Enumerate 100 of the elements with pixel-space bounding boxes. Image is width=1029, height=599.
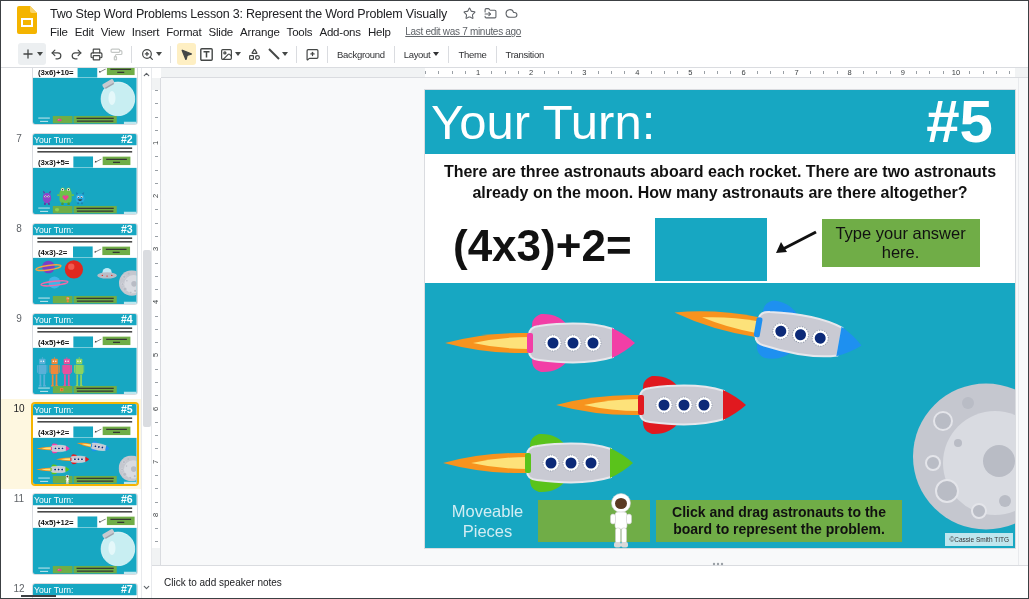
slide-number: 11 (12, 492, 26, 505)
tag-drawing (123, 301, 137, 304)
splat-drawing (54, 206, 60, 212)
menu-item[interactable]: Add-ons (315, 25, 365, 38)
slide-title: Your Turn: (34, 404, 74, 414)
speaker-notes-field[interactable]: Click to add speaker notes (164, 570, 1028, 594)
drag-handle-icon[interactable] (712, 562, 724, 566)
answer-box (73, 245, 93, 257)
text-lines-drawing (37, 385, 51, 393)
menu-item[interactable]: Tools (283, 25, 316, 38)
rocket-drawing (56, 453, 90, 465)
tag-drawing (123, 481, 137, 484)
problem-number: #6 (120, 493, 133, 505)
pieces-label: Moveable Pieces (450, 501, 525, 541)
scrollbar-thumb[interactable] (142, 250, 151, 427)
toolbar-button[interactable]: Layout (399, 43, 444, 65)
new-slide-button[interactable] (17, 43, 46, 65)
slide-title: Your Turn: (34, 584, 74, 594)
answer-hint-banner (106, 68, 135, 75)
star-icon[interactable] (463, 7, 476, 20)
answer-hint-banner (102, 426, 131, 435)
rocket-drawing (36, 442, 70, 454)
instruction-banner (73, 115, 117, 123)
plus-icon (20, 47, 35, 61)
tag-drawing (123, 121, 137, 124)
candy-jar-drawing (99, 528, 136, 566)
scrollbar[interactable] (141, 68, 152, 598)
instruction-banner (73, 385, 117, 393)
robot-drawing (73, 356, 85, 387)
robot-drawing (49, 356, 60, 387)
text-lines-drawing (37, 475, 51, 483)
menu-item[interactable]: Help (364, 25, 395, 38)
equation-text: (4x3)+2= (453, 224, 632, 268)
slide-list-item[interactable]: 12 Your Turn: #7 (1, 578, 141, 598)
slide-title: Your Turn: (34, 494, 74, 504)
pointer-icon (179, 47, 193, 61)
menu-item[interactable]: Insert (128, 25, 163, 38)
zoom-icon (140, 47, 154, 61)
document-title[interactable]: Two Step Word Problems Lesson 3: Represent the Word Problem Visually (50, 6, 447, 21)
menu-item[interactable]: Format (162, 25, 205, 38)
caret-icon (36, 52, 43, 56)
undo-icon (49, 47, 63, 61)
answer-hint-banner (106, 516, 135, 525)
slide-title: Your Turn: (34, 314, 74, 324)
tag-drawing (123, 211, 137, 214)
caret-icon (281, 52, 288, 56)
problem-number: #7 (120, 583, 133, 595)
instruction-banner (73, 475, 117, 483)
candy-jar-drawing (99, 78, 136, 116)
menu-item[interactable]: View (97, 25, 129, 38)
question-text: There are three astronauts aboard each rocket. There are two astronauts already on the moon. How many astronauts are there altogether? (442, 162, 998, 203)
instruction-banner (73, 565, 117, 573)
scrollbar[interactable] (1018, 78, 1028, 565)
ufo-drawing (97, 266, 118, 280)
menu-item[interactable]: Arrange (236, 25, 284, 38)
planet-drawing (63, 259, 85, 279)
slide-title: Your Turn: (431, 96, 656, 148)
paint-roller-icon (109, 47, 123, 61)
rocket-drawing (36, 463, 70, 475)
text-box-icon (199, 47, 213, 61)
text-lines-drawing (37, 295, 51, 303)
answer-box (73, 155, 93, 167)
answer-box (77, 68, 98, 77)
planet-drawing (34, 258, 63, 275)
last-edit-link[interactable]: Last edit was 7 minutes ago (405, 26, 522, 37)
slide-number: 12 (12, 582, 26, 595)
problem-number: #2 (120, 133, 133, 145)
redo-icon (69, 47, 83, 61)
arrow-icon (774, 230, 817, 254)
move-folder-icon[interactable] (484, 7, 497, 20)
toolbar-button[interactable]: Transition (501, 43, 548, 65)
toolbar-button[interactable]: Background (333, 43, 389, 65)
select-tool[interactable] (176, 43, 196, 65)
menu-item[interactable]: Slide (205, 25, 237, 38)
answer-box (73, 335, 93, 347)
text-lines-drawing (37, 565, 51, 573)
monster-drawing (41, 189, 52, 205)
menu-item[interactable]: File (46, 25, 72, 38)
text-lines-drawing (37, 205, 51, 213)
answer-hint-banner (102, 336, 131, 345)
cloud-icon[interactable] (505, 7, 518, 20)
menu-item[interactable]: Edit (71, 25, 98, 38)
answer-box (77, 515, 98, 527)
tag-drawing (123, 391, 137, 394)
robot-part-drawing (59, 387, 64, 392)
robot-drawing (37, 356, 48, 387)
scroll-down-icon[interactable] (142, 583, 151, 592)
instruction-banner (73, 205, 117, 213)
caret-icon (433, 52, 440, 56)
caret-icon (155, 52, 162, 56)
problem-number: #5 (120, 403, 133, 415)
comment-plus-icon (305, 47, 319, 61)
slide-number: 9 (15, 312, 23, 325)
printer-icon (89, 47, 103, 61)
problem-number: #3 (120, 223, 133, 235)
astronaut-drawing (65, 474, 70, 484)
toolbar-button[interactable]: Theme (454, 43, 491, 65)
tag-drawing (123, 571, 137, 574)
image-icon (219, 47, 233, 61)
scroll-up-icon[interactable] (142, 70, 151, 79)
